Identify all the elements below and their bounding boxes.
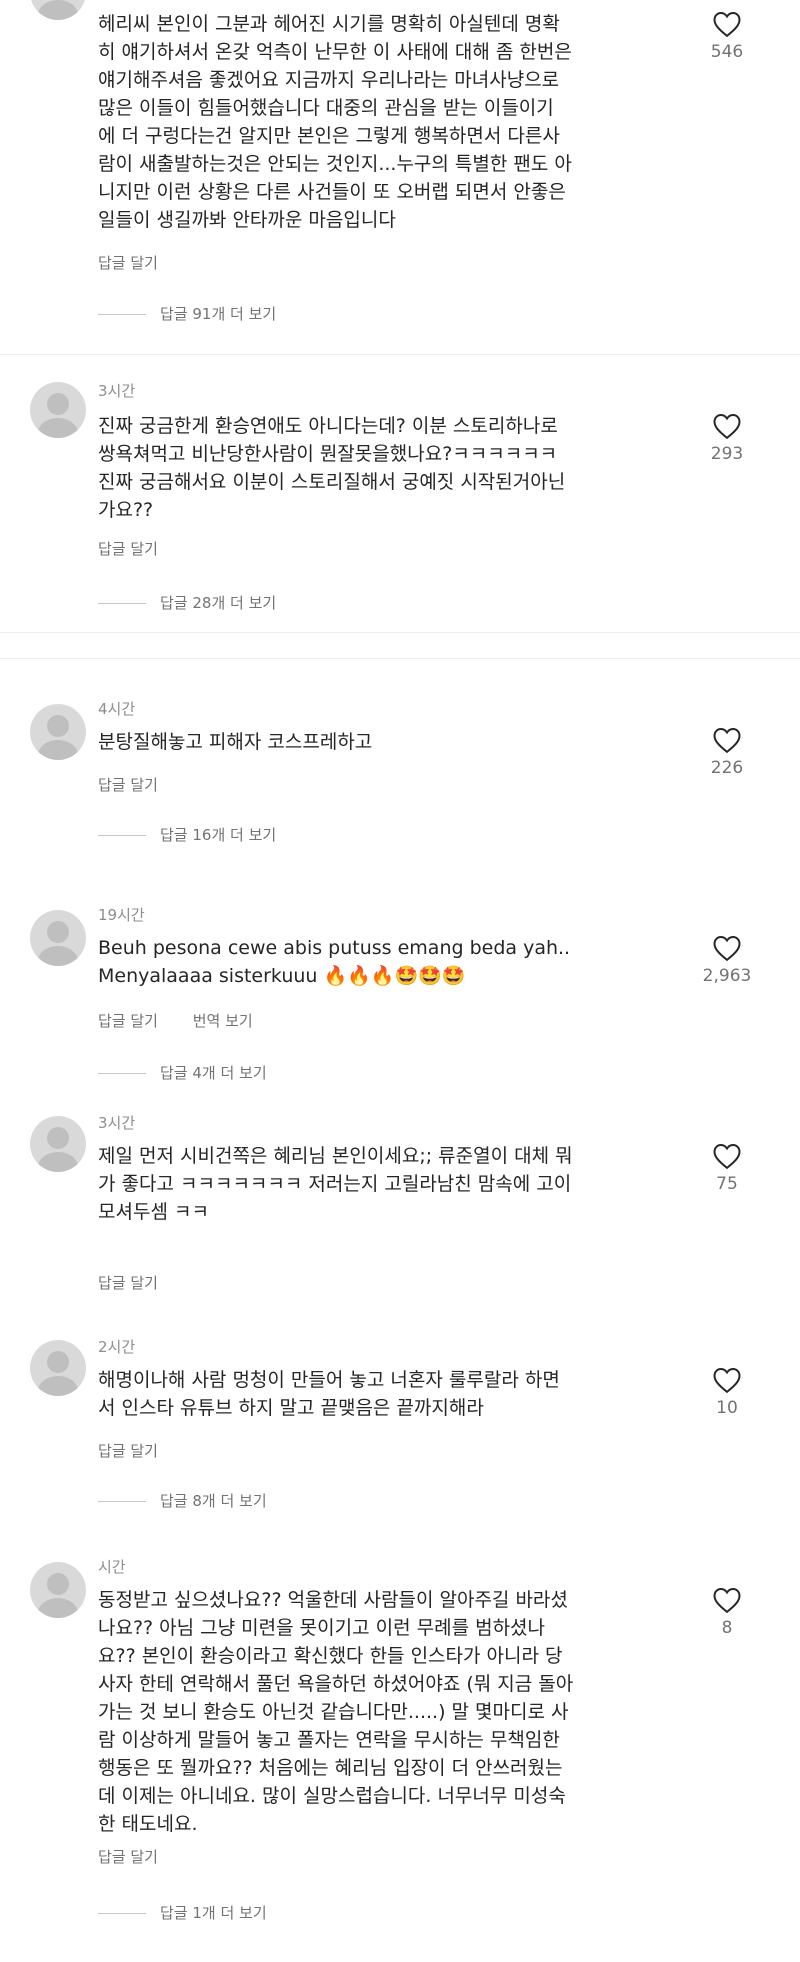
comment-meta: 4시간 <box>98 698 135 719</box>
comment-actions: 답글 달기 <box>98 1846 188 1867</box>
divider <box>98 1073 146 1074</box>
like-button[interactable]: 226 <box>702 726 752 778</box>
divider <box>98 1501 146 1502</box>
heart-icon <box>713 11 741 38</box>
avatar[interactable] <box>30 1562 86 1618</box>
view-replies-label: 답글 8개 더 보기 <box>160 1492 267 1510</box>
avatar[interactable] <box>30 382 86 438</box>
comment-meta: 2시간 <box>98 1336 135 1357</box>
like-button[interactable]: 546 <box>702 10 752 62</box>
like-count: 226 <box>710 758 744 778</box>
reply-button[interactable]: 답글 달기 <box>98 540 158 558</box>
timestamp: 4시간 <box>98 700 136 718</box>
like-button[interactable]: 75 <box>702 1142 752 1194</box>
view-replies-label: 답글 4개 더 보기 <box>160 1064 267 1082</box>
like-count: 2,963 <box>702 966 752 986</box>
comment-actions: 답글 달기 <box>98 1440 188 1461</box>
view-replies-button[interactable]: 답글 4개 더 보기 <box>98 1062 267 1083</box>
like-count: 8 <box>721 1618 733 1638</box>
like-button[interactable]: 2,963 <box>702 934 752 986</box>
comment-meta: 시간 <box>98 1556 126 1577</box>
like-count: 293 <box>710 444 744 464</box>
timestamp: 시간 <box>98 1558 126 1576</box>
reply-button[interactable]: 답글 달기 <box>98 776 158 794</box>
comment-actions: 답글 달기 <box>98 538 188 559</box>
comment-actions: 답글 달기 <box>98 1272 188 1293</box>
divider <box>98 1913 146 1914</box>
comment-text: 분탕질해놓고 피해자 코스프레하고 <box>98 731 373 753</box>
translate-button[interactable]: 번역 보기 <box>193 1012 253 1030</box>
avatar[interactable] <box>30 910 86 966</box>
avatar[interactable] <box>30 704 86 760</box>
divider <box>98 314 146 315</box>
view-replies-label: 답글 28개 더 보기 <box>160 594 277 612</box>
view-replies-label: 답글 16개 더 보기 <box>160 826 277 844</box>
divider <box>0 354 800 355</box>
reply-button[interactable]: 답글 달기 <box>98 1442 158 1460</box>
comment-text: 헤리씨 본인이 그분과 헤어진 시기를 명확히 아실텐데 명확 히 얘기하셔서 … <box>98 13 572 231</box>
timestamp: 19시간 <box>98 906 145 924</box>
avatar[interactable] <box>30 0 86 20</box>
like-count: 75 <box>716 1174 738 1194</box>
comment-text: Beuh pesona cewe abis putuss emang beda … <box>98 937 571 987</box>
like-button[interactable]: 10 <box>702 1366 752 1418</box>
timestamp: 2시간 <box>98 1338 136 1356</box>
view-replies-label: 답글 1개 더 보기 <box>160 1904 267 1922</box>
view-replies-button[interactable]: 답글 8개 더 보기 <box>98 1490 267 1511</box>
heart-icon <box>713 727 741 754</box>
like-button[interactable]: 293 <box>702 412 752 464</box>
heart-icon <box>713 413 741 440</box>
comment-meta: 3시간 <box>98 1112 135 1133</box>
reply-button[interactable]: 답글 달기 <box>98 254 158 272</box>
heart-icon <box>713 1143 741 1170</box>
reply-button[interactable]: 답글 달기 <box>98 1848 158 1866</box>
view-replies-label: 답글 91개 더 보기 <box>160 305 277 323</box>
divider <box>0 658 800 659</box>
comment-text: 진짜 궁금한게 환승연애도 아니다는데? 이분 스토리하나로 쌍욕쳐먹고 비난당… <box>98 415 566 521</box>
comment-meta: 19시간 <box>98 904 145 925</box>
heart-icon <box>713 1367 741 1394</box>
comment-text: 제일 먼저 시비건쪽은 혜리님 본인이세요;; 류준열이 대체 뭐 가 좋다고 … <box>98 1145 573 1223</box>
like-button[interactable]: 8 <box>702 1586 752 1638</box>
comment-text: 해명이나해 사람 멍청이 만들어 놓고 너혼자 룰루랄라 하면 서 인스타 유튜… <box>98 1369 560 1419</box>
heart-icon <box>713 1587 741 1614</box>
timestamp: 3시간 <box>98 382 136 400</box>
divider <box>98 603 146 604</box>
view-replies-button[interactable]: 답글 16개 더 보기 <box>98 824 276 845</box>
reply-button[interactable]: 답글 달기 <box>98 1012 158 1030</box>
timestamp: 3시간 <box>98 1114 136 1132</box>
like-count: 546 <box>710 42 744 62</box>
divider <box>98 835 146 836</box>
avatar[interactable] <box>30 1340 86 1396</box>
divider <box>0 632 800 633</box>
reply-button[interactable]: 답글 달기 <box>98 1274 158 1292</box>
comment-actions: 답글 달기 <box>98 774 188 795</box>
heart-icon <box>713 935 741 962</box>
comment-actions: 답글 달기 <box>98 252 188 273</box>
avatar[interactable] <box>30 1116 86 1172</box>
comment-meta: 3시간 <box>98 380 135 401</box>
view-replies-button[interactable]: 답글 1개 더 보기 <box>98 1902 267 1923</box>
comment-actions: 답글 달기 번역 보기 <box>98 1010 283 1031</box>
view-replies-button[interactable]: 답글 91개 더 보기 <box>98 303 276 324</box>
like-count: 10 <box>716 1398 738 1418</box>
comment-text: 동정받고 싶으셨나요?? 억울한데 사람들이 알아주길 바라셨 나요?? 아님 … <box>98 1589 574 1835</box>
view-replies-button[interactable]: 답글 28개 더 보기 <box>98 592 276 613</box>
